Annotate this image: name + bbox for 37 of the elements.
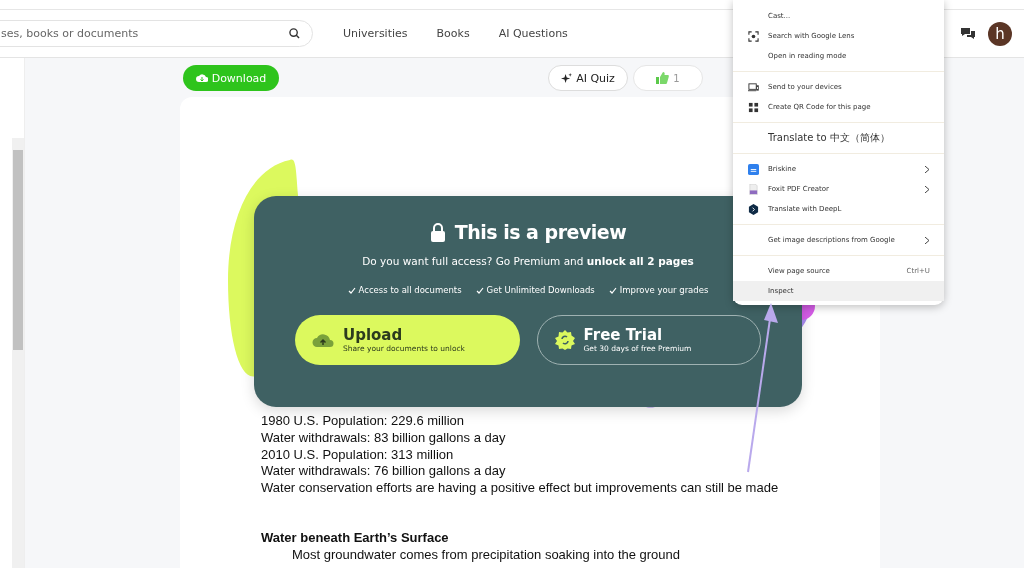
lens-icon (748, 31, 759, 42)
section-heading: Water beneath Earth’s Surface (261, 530, 450, 547)
extension-icon (748, 164, 759, 175)
document-text: 2010 U.S. Population: 313 million (261, 446, 455, 464)
dialog-title: This is a preview (454, 221, 627, 243)
search-icon[interactable] (289, 28, 300, 39)
document-text: Most groundwater comes from precipitation soaking into the ground (291, 546, 682, 564)
benefit-text: Access to all documents (358, 285, 462, 295)
user-avatar[interactable]: h (988, 21, 1012, 46)
document-text: Water withdrawals: 76 billion gallons a day (261, 463, 507, 481)
ai-quiz-button[interactable]: AI Quiz (548, 65, 628, 91)
scrollbar[interactable] (12, 138, 24, 568)
check-icon (475, 286, 484, 294)
document-text: 1980 U.S. Population: 229.6 million (261, 413, 466, 430)
chat-icon[interactable] (960, 27, 976, 40)
menu-item[interactable]: Translate to 中文（简体） (733, 128, 944, 148)
nav-link[interactable]: AI Questions (498, 27, 568, 40)
check-icon (347, 286, 356, 294)
benefit-text: Get Unlimited Downloads (486, 285, 595, 295)
devices-icon (748, 82, 759, 93)
dialog-subtitle: Do you want full access? Go Premium and unlock all 2 pages (362, 255, 694, 267)
check-icon (608, 286, 617, 294)
search-field[interactable]: ses, books or documents (0, 20, 313, 47)
lock-icon (429, 222, 446, 242)
qr-code-icon (748, 102, 759, 113)
hexagon-icon (748, 204, 759, 215)
pdf-icon (748, 184, 759, 195)
cloud-download-icon (195, 73, 208, 83)
sparkle-icon (561, 72, 573, 84)
document-text: Water conservation efforts are having a positive effect but improvements can still be made (261, 480, 780, 497)
nav-link[interactable]: Books (436, 27, 470, 40)
document-text: Water withdrawals: 83 billion gallons a day (261, 429, 507, 447)
benefit-text: Improve your grades (619, 285, 709, 295)
nav-link[interactable]: Universities (343, 27, 408, 40)
badge-icon (554, 330, 575, 350)
cloud-upload-icon (312, 332, 334, 348)
thumbs-up-icon (656, 72, 670, 84)
